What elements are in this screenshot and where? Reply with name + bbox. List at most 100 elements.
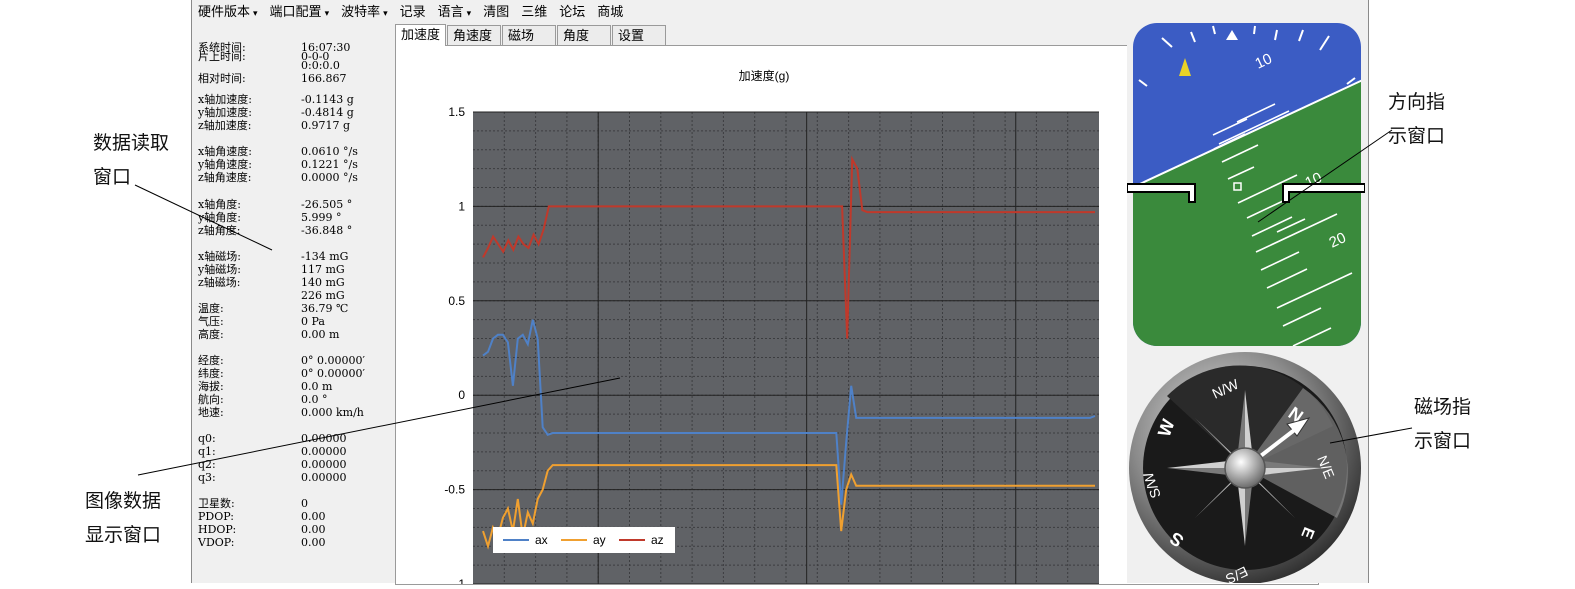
legend-label-ay: ay — [593, 533, 606, 547]
readout-label: 卫星数: — [198, 497, 235, 510]
readout-label: z轴角速度: — [198, 171, 252, 184]
readout-label: 地速: — [198, 406, 224, 419]
callout-data-read-line1: 数据读取 — [93, 132, 170, 154]
readout-label: VDOP: — [198, 536, 235, 549]
readout-value: 36.79 ℃ — [301, 302, 349, 315]
readout-value: 0 Pa — [301, 315, 325, 328]
callout-magnetic-line1: 磁场指 — [1414, 396, 1472, 418]
tab-1[interactable]: 角速度 — [447, 25, 502, 45]
menu-item-label: 记录 — [399, 3, 426, 19]
readout-value: 0.000 km/h — [301, 406, 364, 419]
readout-label: 海拔: — [198, 380, 224, 393]
y-tick-label: 0.5 — [448, 294, 465, 308]
menu-item-4[interactable]: 语言 ▾ — [432, 1, 478, 20]
readout-value: 0.00000 — [301, 432, 347, 445]
readout-label: 片上时间: — [198, 50, 246, 63]
menu-item-label: 波特率 — [341, 3, 381, 19]
chevron-down-icon: ▾ — [466, 7, 472, 18]
readout-value: 0.9717 g — [301, 119, 351, 132]
readout-label: 相对时间: — [198, 72, 246, 85]
tab-2[interactable]: 磁场 — [502, 25, 557, 45]
readout-label: PDOP: — [198, 510, 234, 523]
callout-image-display-line1: 图像数据 — [85, 490, 162, 512]
callout-image-display: 图像数据 显示窗口 — [85, 484, 161, 552]
readout-value: 0.00000 — [301, 471, 347, 484]
readout-value: 0.00 — [301, 523, 326, 536]
legend-label-az: az — [651, 533, 664, 547]
readout-label: z轴加速度: — [198, 119, 252, 132]
callout-direction-line1: 方向指 — [1388, 91, 1446, 113]
callout-image-display-line2: 显示窗口 — [85, 524, 162, 546]
readout-value: 0.0000 °/s — [301, 171, 358, 184]
readout-label: x轴角速度: — [198, 145, 252, 158]
menu-item-0[interactable]: 硬件版本 ▾ — [192, 1, 264, 20]
legend-label-ax: ax — [535, 533, 548, 547]
readout-value: 0.1221 °/s — [301, 158, 358, 171]
callout-magnetic: 磁场指 示窗口 — [1414, 390, 1471, 458]
readout-label: x轴磁场: — [198, 250, 241, 263]
readout-value: 0:0:0.0 — [301, 59, 340, 72]
readout-label: q3: — [198, 471, 216, 484]
readout-value: -134 mG — [301, 250, 349, 263]
menu-bar: 硬件版本 ▾ 端口配置 ▾ 波特率 ▾ 记录 语言 ▾ 清图 三维 论坛 商城 — [192, 0, 1127, 20]
compass-hub — [1224, 447, 1266, 489]
tab-4[interactable]: 设置 — [612, 25, 667, 45]
instrument-panel: 10 10 20 N N/E E E/S S S/W W N/W — [1126, 18, 1366, 587]
readout-value: -26.505 ° — [301, 198, 353, 211]
readout-value: 5.999 ° — [301, 211, 342, 224]
tab-0[interactable]: 加速度 — [395, 24, 447, 46]
readout-value: 0.00 — [301, 510, 326, 523]
readout-value: 140 mG — [301, 276, 345, 289]
readout-label: z轴磁场: — [198, 276, 241, 289]
menu-item-2[interactable]: 波特率 ▾ — [335, 1, 394, 20]
menu-item-5[interactable]: 清图 — [477, 1, 515, 20]
y-tick-label: 1.5 — [448, 105, 465, 119]
readout-value: 0.0610 °/s — [301, 145, 358, 158]
readout-label: y轴加速度: — [198, 106, 252, 119]
menu-item-8[interactable]: 商城 — [591, 1, 629, 20]
readout-value: 0.00000 — [301, 458, 347, 471]
readout-label: 经度: — [198, 354, 224, 367]
readout-label: q1: — [198, 445, 216, 458]
menu-item-label: 论坛 — [559, 3, 586, 19]
readout-value: 0.00000 — [301, 445, 347, 458]
readout-value: 0 — [301, 497, 308, 510]
attitude-indicator: 10 10 20 — [1126, 23, 1366, 346]
y-tick-label: 1 — [458, 199, 465, 213]
readout-value: -0.4814 g — [301, 106, 354, 119]
readout-value: 0° 0.00000′ — [301, 367, 365, 380]
readout-label: x轴加速度: — [198, 93, 252, 106]
callout-data-read: 数据读取 窗口 — [93, 126, 169, 194]
menu-item-7[interactable]: 论坛 — [553, 1, 591, 20]
chart-title: 加速度(g) — [739, 68, 790, 83]
data-readout-panel: 系统时间: 16:07:30 片上时间: 0-0-0 0:0:0.0 相对时间: 166.8… — [192, 22, 388, 583]
y-tick-label: 0 — [458, 388, 465, 402]
menu-item-3[interactable]: 记录 — [394, 1, 432, 20]
readout-value: -0.1143 g — [301, 93, 354, 106]
readout-value: 0.0 m — [301, 380, 333, 393]
readout-label: y轴角速度: — [198, 158, 252, 171]
callout-data-read-line2: 窗口 — [93, 166, 132, 188]
readout-label: 温度: — [198, 302, 224, 315]
menu-item-6[interactable]: 三维 — [515, 1, 553, 20]
readout-label: 航向: — [198, 393, 224, 406]
readout-label: y轴磁场: — [198, 263, 241, 276]
menu-item-label: 硬件版本 — [198, 3, 251, 19]
readout-label: z轴角度: — [198, 224, 241, 237]
readout-value: 166.867 — [301, 72, 347, 85]
compass: N N/E E E/S S S/W W N/W — [1129, 352, 1361, 587]
readout-label: 纬度: — [198, 367, 224, 380]
readout-value: 0° 0.00000′ — [301, 354, 365, 367]
readout-label: q2: — [198, 458, 216, 471]
chevron-down-icon: ▾ — [324, 7, 330, 18]
callout-direction: 方向指 示窗口 — [1388, 85, 1445, 153]
menu-item-label: 三维 — [521, 3, 548, 19]
chart-tabs: 加速度 角速度 磁场 角度 设置 — [395, 24, 667, 46]
readout-value: 0.00 — [301, 536, 326, 549]
readout-value: 0.0 ° — [301, 393, 328, 406]
tab-3[interactable]: 角度 — [557, 25, 612, 45]
chart-legend: ax ay az — [493, 527, 675, 553]
menu-item-label: 端口配置 — [269, 3, 322, 19]
menu-item-label: 商城 — [597, 3, 624, 19]
menu-item-1[interactable]: 端口配置 ▾ — [264, 1, 336, 20]
